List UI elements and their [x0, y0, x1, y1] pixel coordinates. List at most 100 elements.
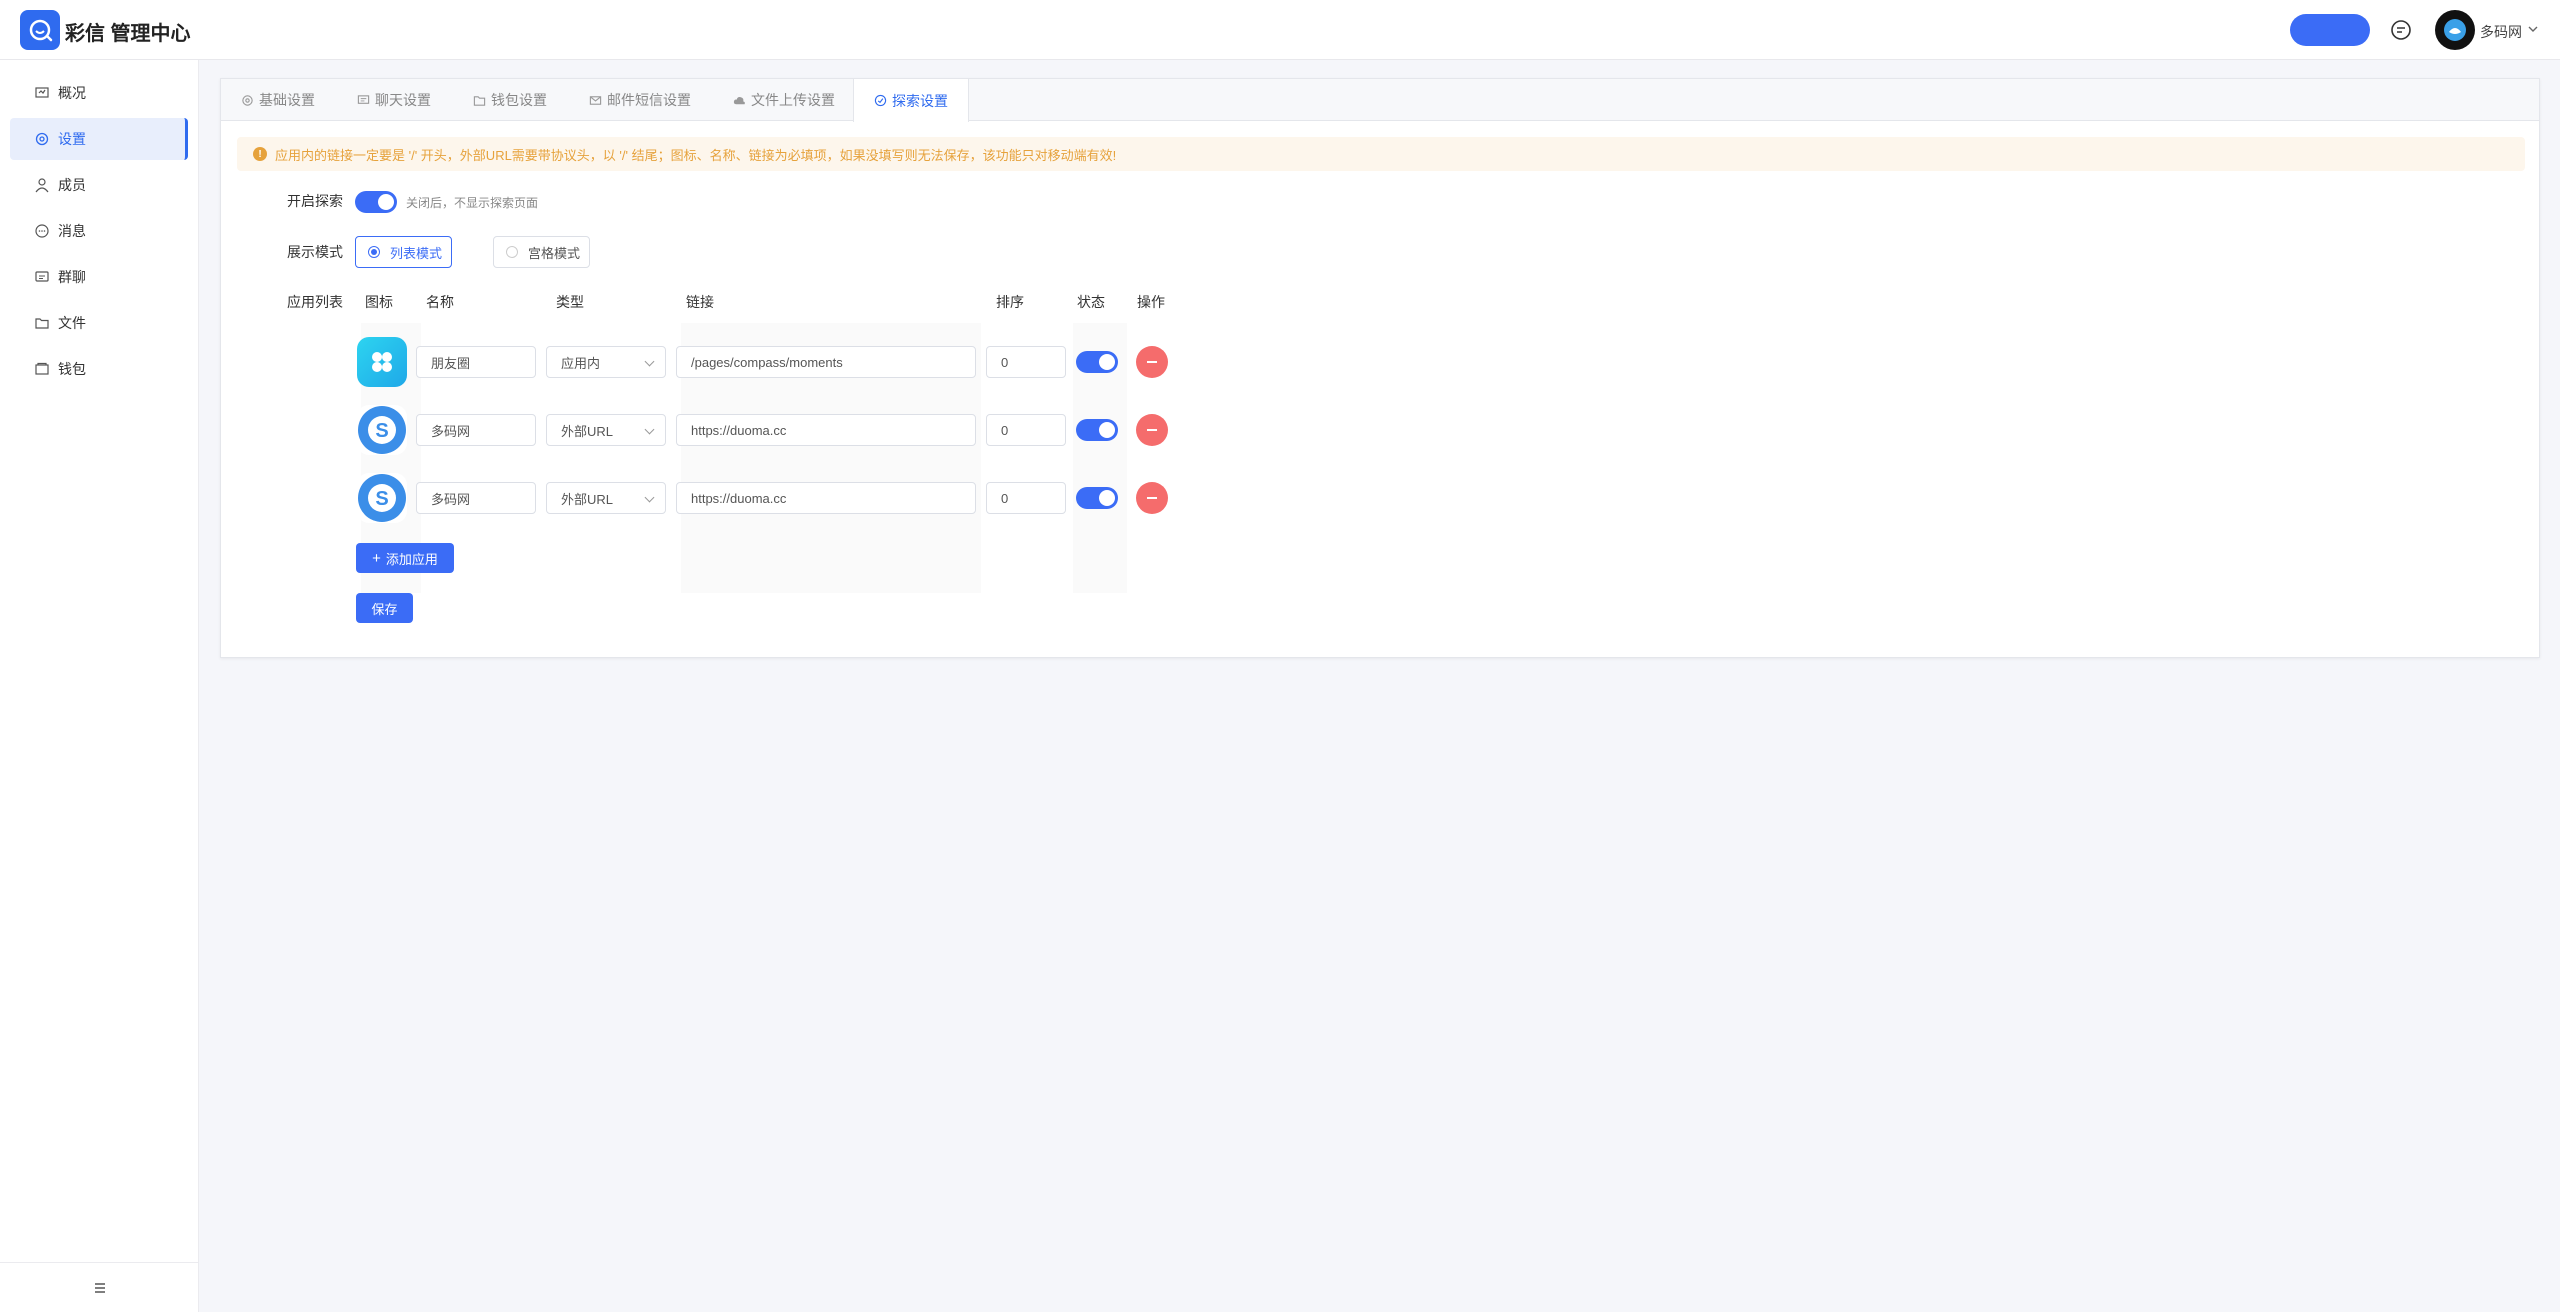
- message-icon[interactable]: [2389, 18, 2413, 42]
- column-header-order: 排序: [996, 294, 1024, 310]
- warning-alert: ! 应用内的链接一定要是 '/' 开头，外部URL需要带协议头，以 '/' 结尾…: [237, 137, 2525, 171]
- column-header-name: 名称: [426, 294, 454, 310]
- tab-explore-settings[interactable]: 探索设置: [853, 79, 969, 122]
- app-name-input[interactable]: 多码网: [416, 414, 536, 446]
- app-type-select[interactable]: 应用内: [546, 346, 666, 378]
- sidebar-item-group-chats[interactable]: 群聊: [10, 256, 188, 298]
- tab-label: 邮件短信设置: [607, 92, 691, 108]
- username[interactable]: 多码网: [2480, 22, 2522, 42]
- radio-dot: [506, 246, 518, 258]
- sidebar: 概况 设置 成员 消息 群聊 文件 钱包: [0, 60, 199, 1312]
- moments-glyph: [372, 352, 392, 372]
- sidebar-item-label: 文件: [58, 315, 86, 331]
- user-icon: [35, 178, 49, 193]
- app-name-input[interactable]: 多码网: [416, 482, 536, 514]
- header-action-button[interactable]: [2290, 14, 2370, 46]
- settings-panel: 基础设置 聊天设置 钱包设置 邮件短信设置 文件上传设置 探索设置 ! 应用内的…: [220, 78, 2540, 658]
- app-list-label: 应用列表: [287, 294, 343, 310]
- moments-icon[interactable]: [357, 337, 407, 387]
- wallet-icon: [35, 362, 49, 375]
- app-order-input[interactable]: 0: [986, 346, 1066, 378]
- svg-text:S: S: [375, 488, 388, 510]
- skype-glyph: S: [358, 406, 406, 454]
- wallet-icon: [473, 95, 486, 106]
- tab-label: 聊天设置: [375, 92, 431, 108]
- radio-label: 宫格模式: [528, 245, 581, 261]
- display-mode-label: 展示模式: [287, 244, 343, 260]
- sidebar-item-label: 概况: [58, 85, 86, 101]
- sidebar-item-messages[interactable]: 消息: [10, 210, 188, 252]
- skype-icon[interactable]: S: [357, 405, 407, 455]
- app-order-input[interactable]: 0: [986, 482, 1066, 514]
- app-status-toggle[interactable]: [1076, 419, 1118, 441]
- column-header-type: 类型: [556, 294, 584, 310]
- top-header: 彩信 管理中心 多码网: [0, 0, 2560, 60]
- sidebar-item-overview[interactable]: 概况: [10, 72, 188, 114]
- column-header-icon: 图标: [365, 294, 393, 310]
- group-chat-icon: [35, 271, 49, 282]
- remove-app-button[interactable]: [1136, 346, 1168, 378]
- column-header-action: 操作: [1137, 294, 1165, 310]
- gear-icon: [35, 132, 49, 146]
- app-type-select[interactable]: 外部URL: [546, 482, 666, 514]
- sidebar-item-label: 钱包: [58, 361, 86, 377]
- app-status-toggle[interactable]: [1076, 351, 1118, 373]
- column-header-status: 状态: [1077, 294, 1105, 310]
- tab-basic-settings[interactable]: 基础设置: [221, 79, 335, 121]
- app-order-input[interactable]: 0: [986, 414, 1066, 446]
- mail-icon: [589, 95, 602, 105]
- alert-text: 应用内的链接一定要是 '/' 开头，外部URL需要带协议头，以 '/' 结尾；图…: [275, 147, 1117, 163]
- skype-glyph: S: [358, 474, 406, 522]
- tab-label: 钱包设置: [491, 92, 547, 108]
- skype-icon[interactable]: S: [357, 473, 407, 523]
- message-icon: [35, 224, 49, 238]
- app-name-input[interactable]: 朋友圈: [416, 346, 536, 378]
- app-link-input[interactable]: https://duoma.cc: [676, 482, 976, 514]
- folder-icon: [35, 318, 49, 329]
- enable-explore-toggle[interactable]: [355, 191, 397, 213]
- add-app-label: 添加应用: [385, 551, 438, 567]
- radio-grid-mode[interactable]: 宫格模式: [493, 236, 590, 268]
- app-logo[interactable]: [20, 10, 60, 50]
- tab-label: 基础设置: [259, 92, 315, 108]
- sidebar-item-label: 成员: [58, 177, 86, 193]
- chat-icon: [357, 94, 370, 104]
- app-status-toggle[interactable]: [1076, 487, 1118, 509]
- sidebar-item-settings[interactable]: 设置: [10, 118, 188, 160]
- tab-mail-sms-settings[interactable]: 邮件短信设置: [569, 79, 711, 121]
- chevron-down-icon[interactable]: [2527, 23, 2539, 35]
- plus-icon: +: [372, 549, 381, 567]
- remove-app-button[interactable]: [1136, 414, 1168, 446]
- app-title: 彩信 管理中心: [65, 23, 191, 45]
- enable-explore-label: 开启探索: [287, 193, 343, 209]
- sidebar-item-wallet[interactable]: 钱包: [10, 348, 188, 390]
- sidebar-item-label: 设置: [58, 131, 86, 147]
- radio-label: 列表模式: [390, 245, 443, 261]
- compass-icon: [874, 94, 887, 107]
- sidebar-item-label: 消息: [58, 223, 86, 239]
- add-app-button[interactable]: + 添加应用: [356, 543, 454, 573]
- avatar[interactable]: [2435, 10, 2475, 50]
- svg-text:S: S: [375, 420, 388, 442]
- tab-chat-settings[interactable]: 聊天设置: [337, 79, 451, 121]
- tab-label: 文件上传设置: [751, 92, 835, 108]
- tab-wallet-settings[interactable]: 钱包设置: [453, 79, 567, 121]
- save-button[interactable]: 保存: [356, 593, 413, 623]
- sidebar-collapse-button[interactable]: [0, 1262, 199, 1312]
- cloud-upload-icon: [733, 96, 745, 104]
- remove-app-button[interactable]: [1136, 482, 1168, 514]
- app-link-input[interactable]: /pages/compass/moments: [676, 346, 976, 378]
- sidebar-item-members[interactable]: 成员: [10, 164, 188, 206]
- overview-icon: [35, 87, 49, 98]
- sidebar-item-files[interactable]: 文件: [10, 302, 188, 344]
- radio-dot: [368, 246, 380, 258]
- tab-file-upload-settings[interactable]: 文件上传设置: [713, 79, 855, 121]
- avatar-image: [2444, 19, 2466, 41]
- app-type-select[interactable]: 外部URL: [546, 414, 666, 446]
- gear-icon: [242, 94, 253, 106]
- app-link-input[interactable]: https://duoma.cc: [676, 414, 976, 446]
- chat-logo-icon: [29, 19, 53, 42]
- enable-explore-hint: 关闭后，不显示探索页面: [406, 196, 539, 210]
- save-label: 保存: [371, 601, 398, 617]
- radio-list-mode[interactable]: 列表模式: [355, 236, 452, 268]
